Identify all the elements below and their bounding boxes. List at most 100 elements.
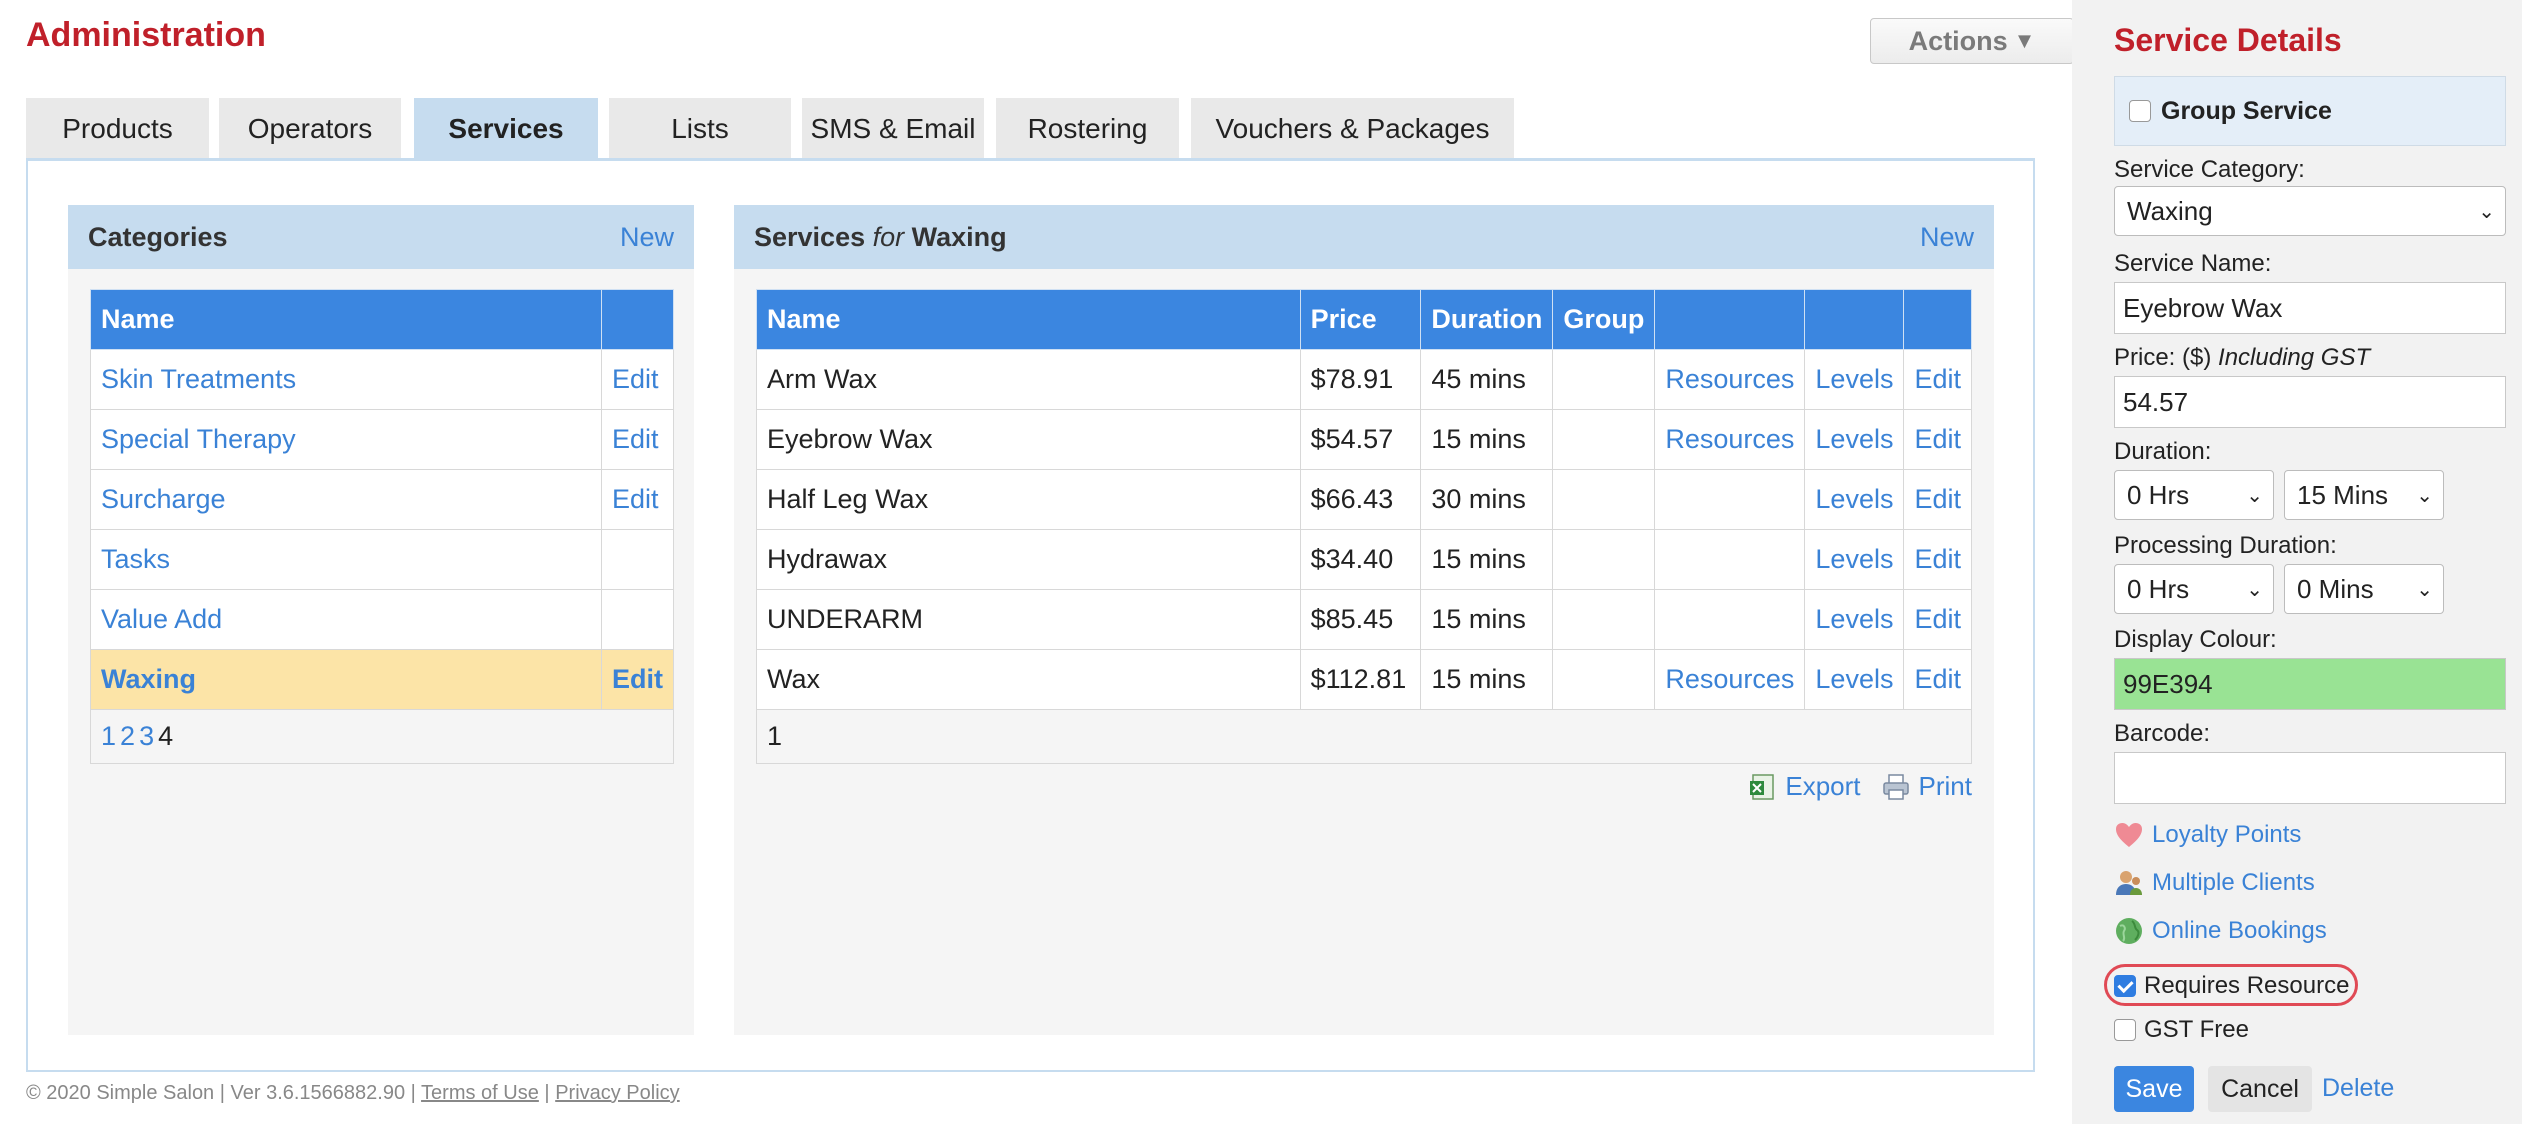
heart-icon xyxy=(2116,823,2142,847)
table-row[interactable]: Special Therapy Edit xyxy=(90,409,674,470)
levels-link[interactable]: Levels xyxy=(1815,664,1893,694)
edit-link[interactable]: Edit xyxy=(612,484,659,514)
categories-panel: Categories New Name Skin Treatments Edit… xyxy=(68,205,694,1035)
column-header-duration[interactable]: Duration xyxy=(1420,289,1554,350)
levels-link[interactable]: Levels xyxy=(1815,364,1893,394)
resources-link[interactable]: Resources xyxy=(1665,664,1794,694)
edit-link[interactable]: Edit xyxy=(1914,424,1961,454)
duration-hours-select[interactable]: 0 Hrs ⌄ xyxy=(2114,470,2274,520)
table-row[interactable]: Value Add xyxy=(90,589,674,650)
online-bookings-link[interactable]: Online Bookings xyxy=(2114,916,2327,946)
print-label: Print xyxy=(1918,771,1972,801)
main-area: Administration Actions ▼ Products Operat… xyxy=(0,0,2074,1124)
service-category-select[interactable]: Waxing ⌄ xyxy=(2114,186,2506,236)
edit-link[interactable]: Edit xyxy=(1914,604,1961,634)
table-row[interactable]: Skin Treatments Edit xyxy=(90,349,674,410)
levels-link[interactable]: Levels xyxy=(1815,484,1893,514)
edit-link[interactable]: Edit xyxy=(1914,544,1961,574)
table-row[interactable]: Wax $112.81 15 mins Resources Levels Edi… xyxy=(756,649,1972,710)
online-bookings-label: Online Bookings xyxy=(2152,917,2327,944)
table-row[interactable]: Eyebrow Wax $54.57 15 mins Resources Lev… xyxy=(756,409,1972,470)
export-link[interactable]: Export xyxy=(1747,771,1861,802)
price-input[interactable]: 54.57 xyxy=(2114,376,2506,428)
column-header-actions xyxy=(601,289,674,350)
delete-link[interactable]: Delete xyxy=(2322,1074,2394,1103)
column-header-name[interactable]: Name xyxy=(756,289,1301,350)
service-group xyxy=(1552,649,1656,710)
duration-minutes-select[interactable]: 15 Mins ⌄ xyxy=(2284,470,2444,520)
category-link-tasks[interactable]: Tasks xyxy=(101,544,170,574)
table-row[interactable]: Arm Wax $78.91 45 mins Resources Levels … xyxy=(756,349,1972,410)
column-header-price[interactable]: Price xyxy=(1299,289,1422,350)
table-row-selected[interactable]: Waxing Edit xyxy=(90,649,674,710)
barcode-input[interactable] xyxy=(2114,752,2506,804)
tab-services[interactable]: Services xyxy=(414,98,598,160)
tab-rostering[interactable]: Rostering xyxy=(996,98,1179,160)
edit-link[interactable]: Edit xyxy=(612,664,663,694)
levels-link[interactable]: Levels xyxy=(1815,544,1893,574)
group-service-checkbox[interactable] xyxy=(2129,100,2151,122)
caret-down-icon: ▼ xyxy=(2013,28,2036,53)
edit-link[interactable]: Edit xyxy=(612,424,659,454)
table-row[interactable]: UNDERARM $85.45 15 mins Levels Edit xyxy=(756,589,1972,650)
page-title: Administration xyxy=(26,16,266,54)
new-category-link[interactable]: New xyxy=(620,222,674,253)
chevron-down-icon: ⌄ xyxy=(2416,484,2433,507)
levels-link[interactable]: Levels xyxy=(1815,604,1893,634)
edit-link[interactable]: Edit xyxy=(612,364,659,394)
service-category-value: Waxing xyxy=(2127,195,2213,226)
cancel-button[interactable]: Cancel xyxy=(2208,1066,2312,1112)
print-link[interactable]: Print xyxy=(1881,771,1972,802)
column-header-group[interactable]: Group xyxy=(1552,289,1656,350)
new-service-link[interactable]: New xyxy=(1920,222,1974,253)
service-group xyxy=(1552,589,1656,650)
table-row[interactable]: Half Leg Wax $66.43 30 mins Levels Edit xyxy=(756,469,1972,530)
levels-link[interactable]: Levels xyxy=(1815,424,1893,454)
category-link-waxing[interactable]: Waxing xyxy=(101,664,196,694)
gst-free-option[interactable]: GST Free xyxy=(2114,1016,2249,1044)
printer-icon xyxy=(1882,773,1909,800)
display-colour-input[interactable]: 99E394 xyxy=(2114,658,2506,710)
table-row[interactable]: Hydrawax $34.40 15 mins Levels Edit xyxy=(756,529,1972,590)
processing-hours-value: 0 Hrs xyxy=(2127,573,2190,604)
export-print-bar: Export Print xyxy=(1747,771,1972,802)
category-link-value-add[interactable]: Value Add xyxy=(101,604,222,634)
group-service-label: Group Service xyxy=(2161,96,2332,125)
tab-operators[interactable]: Operators xyxy=(219,98,401,160)
privacy-link[interactable]: Privacy Policy xyxy=(555,1082,679,1104)
empty-cell xyxy=(601,529,674,590)
table-row[interactable]: Tasks xyxy=(90,529,674,590)
group-service-box[interactable]: Group Service xyxy=(2114,76,2506,146)
tab-products[interactable]: Products xyxy=(26,98,209,160)
actions-button[interactable]: Actions ▼ xyxy=(1870,18,2074,64)
pager-row: 1 xyxy=(756,709,1972,764)
table-row[interactable]: Surcharge Edit xyxy=(90,469,674,530)
services-title-prefix: Services xyxy=(754,221,866,252)
page-link-3[interactable]: 3 xyxy=(139,721,154,751)
tab-lists[interactable]: Lists xyxy=(609,98,791,160)
chevron-down-icon: ⌄ xyxy=(2416,578,2433,601)
resources-link[interactable]: Resources xyxy=(1665,424,1794,454)
edit-link[interactable]: Edit xyxy=(1914,484,1961,514)
category-link-special-therapy[interactable]: Special Therapy xyxy=(101,424,296,454)
chevron-down-icon: ⌄ xyxy=(2246,578,2263,601)
category-link-surcharge[interactable]: Surcharge xyxy=(101,484,226,514)
loyalty-points-link[interactable]: Loyalty Points xyxy=(2114,820,2301,850)
tab-vouchers-packages[interactable]: Vouchers & Packages xyxy=(1191,98,1514,160)
save-button[interactable]: Save xyxy=(2114,1066,2194,1112)
edit-link[interactable]: Edit xyxy=(1914,664,1961,694)
terms-link[interactable]: Terms of Use xyxy=(421,1082,539,1104)
category-link-skin-treatments[interactable]: Skin Treatments xyxy=(101,364,296,394)
page-link-1[interactable]: 1 xyxy=(101,721,116,751)
multiple-clients-link[interactable]: Multiple Clients xyxy=(2114,868,2315,898)
tab-sms-email[interactable]: SMS & Email xyxy=(802,98,984,160)
categories-table: Name Skin Treatments Edit Special Therap… xyxy=(90,289,674,764)
page-link-2[interactable]: 2 xyxy=(120,721,135,751)
gst-free-checkbox[interactable] xyxy=(2114,1019,2136,1041)
edit-link[interactable]: Edit xyxy=(1914,364,1961,394)
service-name-input[interactable]: Eyebrow Wax xyxy=(2114,282,2506,334)
processing-hours-select[interactable]: 0 Hrs ⌄ xyxy=(2114,564,2274,614)
column-header-name[interactable]: Name xyxy=(90,289,602,350)
processing-minutes-select[interactable]: 0 Mins ⌄ xyxy=(2284,564,2444,614)
resources-link[interactable]: Resources xyxy=(1665,364,1794,394)
